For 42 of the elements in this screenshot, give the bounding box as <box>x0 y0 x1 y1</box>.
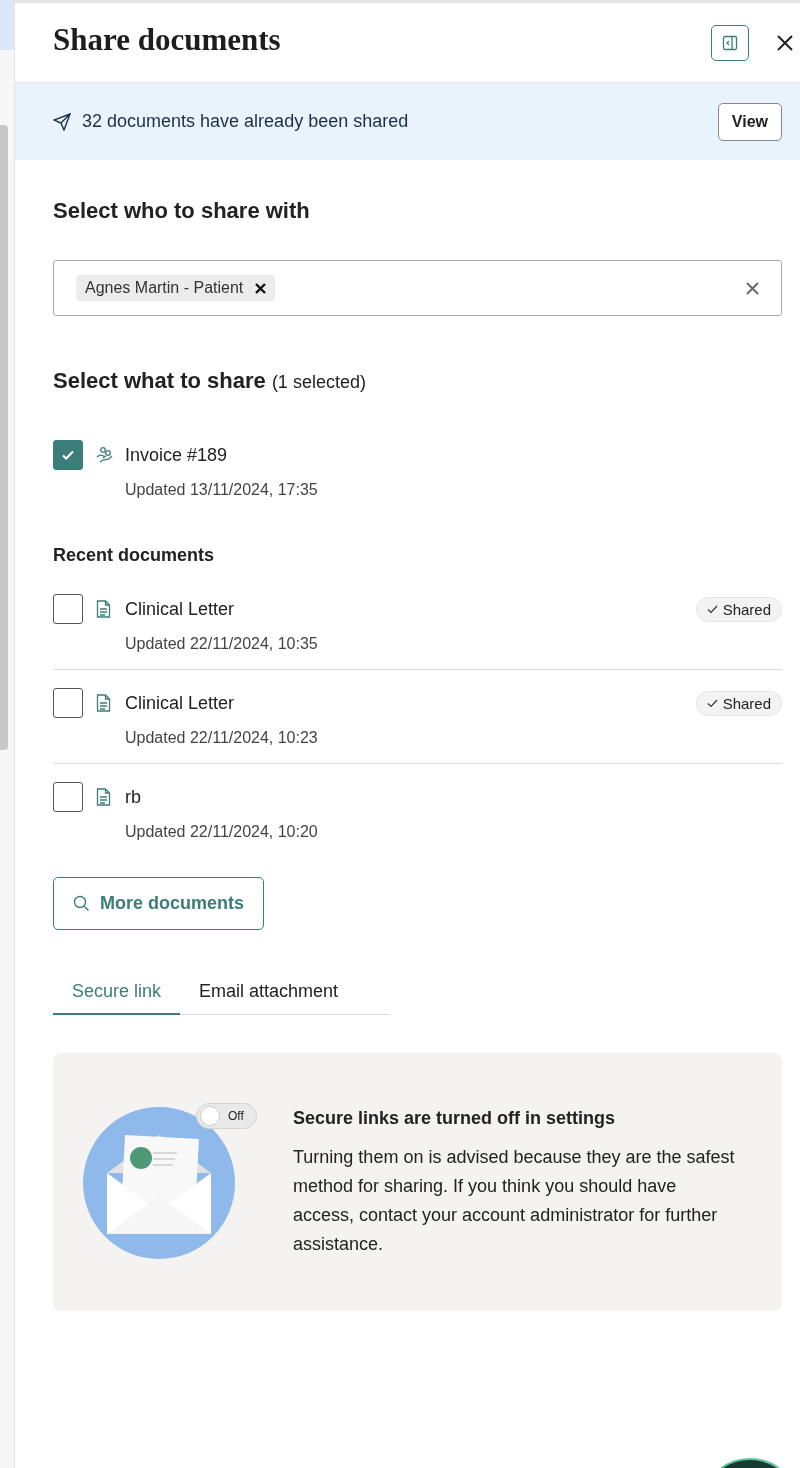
checkbox[interactable] <box>53 440 83 470</box>
hand-coins-icon <box>96 446 114 464</box>
tab[interactable]: Email attachment <box>180 973 358 1015</box>
subsection-heading: Recent documents <box>53 545 216 566</box>
document-title: rb <box>125 786 142 808</box>
check-icon <box>706 604 718 614</box>
clear-icon[interactable] <box>746 281 759 295</box>
updated-date: Updated 22/11/2024, 10:20 <box>125 823 319 841</box>
selected-count: (1 selected) <box>271 372 366 392</box>
recipient-field[interactable]: Agnes Martin - Patient <box>53 260 782 316</box>
section-heading: Select who to share with <box>53 198 311 224</box>
updated-date: Updated 22/11/2024, 10:35 <box>125 635 319 653</box>
check-icon <box>706 698 718 708</box>
shared-badge: Shared <box>695 596 782 622</box>
document-icon <box>96 788 111 806</box>
checkbox[interactable] <box>53 688 83 718</box>
banner-text: 32 documents have already been shared <box>82 111 410 132</box>
scrollbar[interactable] <box>0 125 8 750</box>
more-documents-button[interactable]: More documents <box>53 877 265 930</box>
remove-icon[interactable] <box>255 282 267 294</box>
send-icon <box>53 112 71 131</box>
dock-panel-button[interactable] <box>711 24 749 61</box>
document-title: Invoice #189 <box>125 444 229 466</box>
checkbox[interactable] <box>53 782 83 812</box>
document-title: Clinical Letter <box>125 692 236 714</box>
sidebar-icon <box>722 34 738 51</box>
tab[interactable]: Secure link <box>53 973 181 1015</box>
document-icon <box>96 600 111 618</box>
section-heading: Select what to share <box>53 368 266 393</box>
document-title: Clinical Letter <box>125 598 236 620</box>
notice-text: Turning them on is advised because they are the safest method for sharing. If you think you should have access, contact your account administrator for further assistance. <box>293 1145 736 1256</box>
close-icon[interactable] <box>775 32 795 53</box>
updated-date: Updated 22/11/2024, 10:23 <box>125 729 319 747</box>
shared-badge: Shared <box>695 690 782 716</box>
checkbox[interactable] <box>53 594 83 624</box>
updated-date: Updated 13/11/2024, 17:35 <box>125 481 319 499</box>
recipient-tag: Agnes Martin - Patient <box>76 275 276 301</box>
notice-title: Secure links are turned off in settings <box>293 1107 617 1129</box>
view-button[interactable]: View <box>717 102 782 141</box>
panel-title: Share documents <box>53 21 282 58</box>
search-icon <box>73 895 90 912</box>
document-icon <box>96 694 111 712</box>
